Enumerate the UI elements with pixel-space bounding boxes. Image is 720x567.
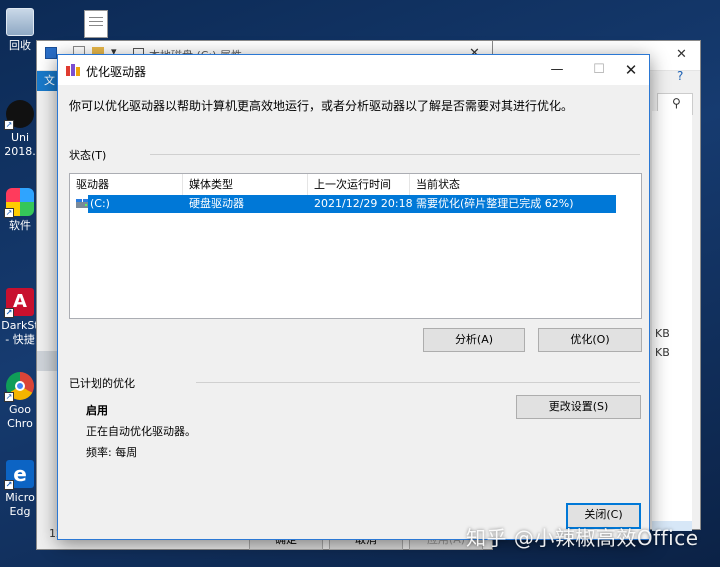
scheduled-group-label: 已计划的优化: [69, 377, 135, 390]
optimize-drives-dialog: 优化驱动器 — ☐ ✕ 你可以优化驱动器以帮助计算机更高效地运行，或者分析驱动器…: [57, 54, 650, 540]
desktop-icon-chrome[interactable]: ↗ Goo Chro: [0, 372, 40, 431]
desktop-icon-label: 回收: [9, 39, 31, 52]
minimize-button[interactable]: —: [536, 55, 578, 85]
recycle-bin-icon: [6, 8, 34, 36]
background-window-content: [652, 111, 692, 531]
desktop-icon-sublabel: Edg: [9, 505, 31, 518]
dialog-description: 你可以优化驱动器以帮助计算机更高效地运行，或者分析驱动器以了解是否需要对其进行优…: [69, 99, 574, 113]
size-unit-label: KB: [655, 327, 670, 340]
shortcut-arrow-icon: ↗: [4, 480, 14, 490]
status-divider: [150, 154, 640, 155]
analyze-button[interactable]: 分析(A): [423, 328, 525, 352]
size-unit-label: KB: [655, 346, 670, 359]
shortcut-arrow-icon: ↗: [4, 308, 14, 318]
desktop-icon-label: 软件: [9, 219, 31, 232]
desktop-icon-unity[interactable]: ↗ Uni 2018.: [0, 100, 40, 159]
dialog-title: 优化驱动器: [86, 65, 147, 79]
sidebar-highlight: [37, 351, 57, 371]
desktop-icon-edge[interactable]: e ↗ Micro Edg: [0, 460, 40, 519]
desktop-icon-sublabel: - 快捷: [5, 333, 35, 346]
cell-drive: (C:): [90, 197, 110, 210]
desktop-icon-sublabel: 2018.: [4, 145, 36, 158]
schedule-description: 正在自动优化驱动器。: [86, 425, 196, 438]
column-header-last-run[interactable]: 上一次运行时间: [308, 174, 410, 196]
column-header-drive[interactable]: 驱动器: [70, 174, 183, 196]
schedule-frequency: 频率: 每周: [86, 446, 138, 459]
column-header-media-type[interactable]: 媒体类型: [183, 174, 308, 196]
schedule-state: 启用: [86, 404, 108, 417]
edge-icon: e ↗: [4, 460, 34, 490]
cell-last-run: 2021/12/29 20:18: [314, 197, 413, 210]
cell-media-type: 硬盘驱动器: [189, 197, 244, 210]
defrag-app-icon: [66, 64, 80, 76]
desktop-icon-sublabel: Chro: [7, 417, 33, 430]
desktop-icon-darkstar[interactable]: A ↗ DarkSt - 快捷: [0, 288, 40, 347]
desktop-icon-software-manager[interactable]: ↗ 软件: [0, 188, 40, 233]
help-icon[interactable]: ?: [677, 69, 683, 83]
unity-icon: ↗: [4, 100, 34, 130]
desktop-icon-recycle-bin[interactable]: 回收: [0, 8, 40, 53]
desktop-icon-label: Uni: [10, 131, 30, 144]
chrome-icon: ↗: [4, 372, 34, 402]
shortcut-arrow-icon: ↗: [4, 208, 14, 218]
status-group-label: 状态(T): [69, 149, 107, 162]
close-window-button[interactable]: ✕: [610, 55, 652, 85]
search-icon: ⚲: [672, 96, 681, 110]
software-manager-icon: ↗: [4, 188, 34, 218]
darkstar-icon: A ↗: [4, 288, 34, 318]
scheduled-divider: [196, 382, 640, 383]
cell-current-status: 需要优化(碎片整理已完成 62%): [416, 197, 574, 210]
column-header-current-status[interactable]: 当前状态: [410, 174, 610, 196]
desktop-icon-label: Micro: [5, 491, 35, 504]
watermark: 知乎 @小辣椒高效Office: [466, 526, 699, 550]
change-settings-button[interactable]: 更改设置(S): [516, 395, 641, 419]
shortcut-arrow-icon: ↗: [4, 392, 14, 402]
document-icon[interactable]: [84, 10, 108, 38]
table-row[interactable]: (C:) 硬盘驱动器 2021/12/29 20:18 需要优化(碎片整理已完成…: [88, 195, 616, 213]
desktop-icon-label: Goo: [9, 403, 31, 416]
drive-icon: [45, 47, 57, 59]
dialog-titlebar: 优化驱动器 — ☐ ✕: [58, 55, 649, 85]
shortcut-arrow-icon: ↗: [4, 120, 14, 130]
optimize-button[interactable]: 优化(O): [538, 328, 642, 352]
desktop-icon-label: DarkSt: [1, 319, 39, 332]
close-icon[interactable]: ✕: [676, 47, 687, 62]
drive-list[interactable]: 驱动器 媒体类型 上一次运行时间 当前状态 (C:) 硬盘驱动器 2021/12…: [69, 173, 642, 319]
